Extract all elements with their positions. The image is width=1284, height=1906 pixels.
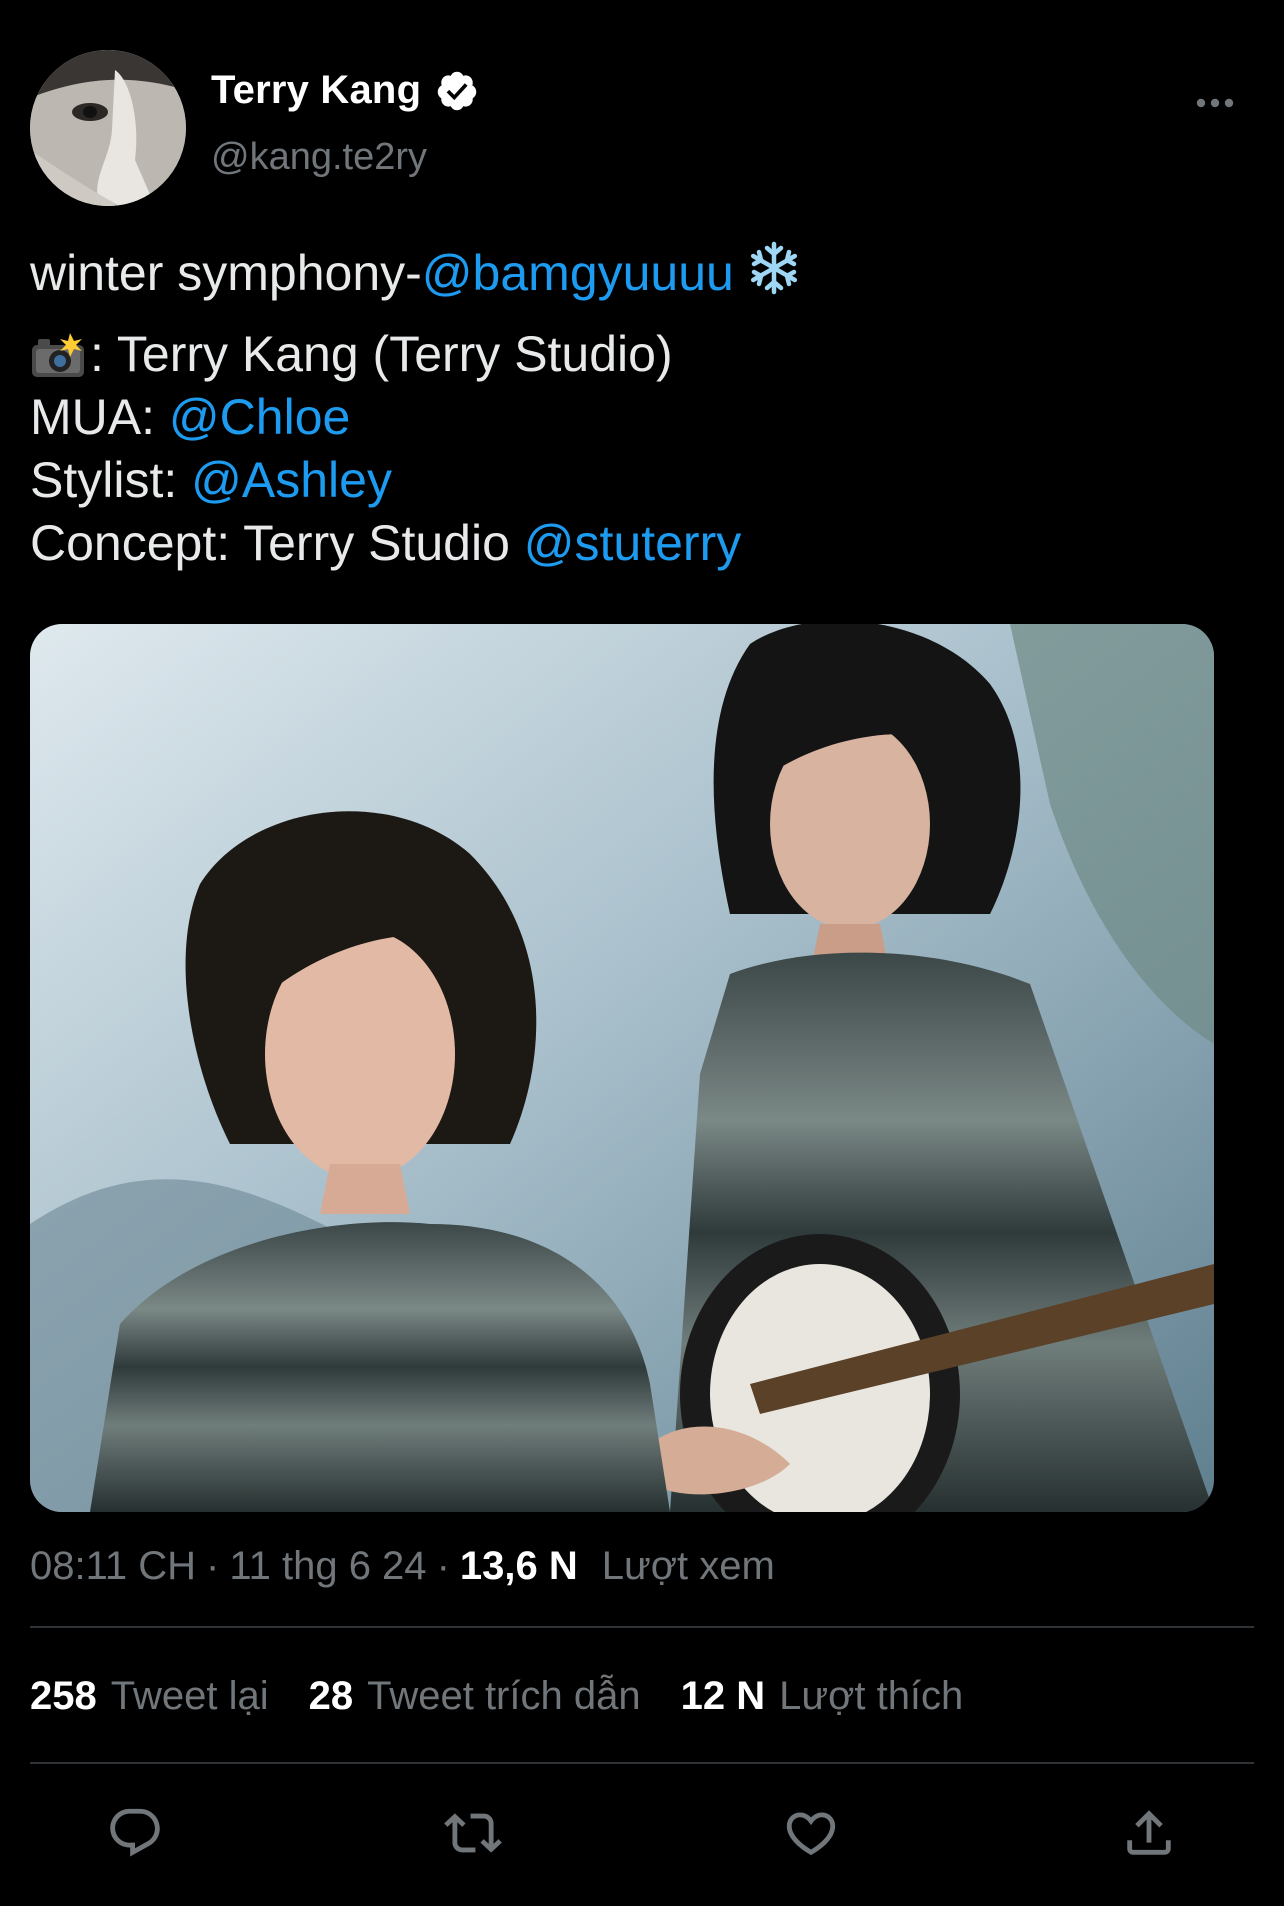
views-label: Lượt xem <box>601 1543 775 1588</box>
tweet-line-title: winter symphony-@bamgyuuuu <box>30 240 1230 304</box>
retweets-label: Tweet lại <box>110 1673 269 1718</box>
more-options-icon[interactable] <box>1190 78 1240 128</box>
verified-badge-icon <box>437 71 477 110</box>
tweet-meta: 08:11 CH · 11 thg 6 24 · 13,6 N Lượt xem <box>30 1538 775 1594</box>
tweet-line-photographer: : Terry Kang (Terry Studio) <box>30 322 1230 386</box>
likes-stat[interactable]: 12 N Lượt thích <box>681 1674 964 1719</box>
retweet-button[interactable] <box>438 1798 508 1868</box>
like-icon <box>786 1812 836 1856</box>
photo-image <box>30 624 1214 1512</box>
retweets-stat[interactable]: 258 Tweet lại <box>30 1674 269 1719</box>
mention-stuterry[interactable]: @stuterry <box>524 515 741 571</box>
quotes-label: Tweet trích dẫn <box>367 1673 641 1718</box>
snowflake-icon <box>750 241 797 295</box>
author-handle[interactable]: @kang.te2ry <box>211 136 427 179</box>
mua-label: MUA: <box>30 389 169 445</box>
tweet-line-mua: MUA: @Chloe <box>30 386 1230 449</box>
tweet-actions <box>0 1798 1284 1868</box>
likes-count: 12 N <box>680 1673 766 1718</box>
mention-bamgyuuuu[interactable]: @bamgyuuuu <box>422 245 734 301</box>
stylist-label: Stylist: <box>30 452 192 508</box>
retweet-icon <box>444 1813 502 1853</box>
photographer-text: : Terry Kang (Terry Studio) <box>90 326 673 382</box>
reply-icon <box>110 1808 160 1857</box>
meta-separator: · <box>436 1543 450 1588</box>
share-icon <box>1127 1810 1171 1855</box>
mention-ashley[interactable]: @Ashley <box>191 452 392 508</box>
tweet-time[interactable]: 08:11 CH <box>30 1544 196 1589</box>
mention-chloe[interactable]: @Chloe <box>169 389 350 445</box>
views-count: 13,6 N <box>459 1543 578 1588</box>
tweet-line-concept: Concept: Terry Studio @stuterry <box>30 512 1230 575</box>
like-button[interactable] <box>776 1798 846 1868</box>
tweet-header: Terry Kang @kang.te2ry <box>30 50 1254 208</box>
divider <box>30 1626 1254 1628</box>
tweet-date[interactable]: 11 thg 6 24 <box>229 1544 426 1589</box>
avatar-image <box>30 50 186 206</box>
retweets-count: 258 <box>30 1673 97 1718</box>
camera-with-flash-icon <box>32 333 84 377</box>
display-name[interactable]: Terry Kang <box>211 68 421 113</box>
quotes-stat[interactable]: 28 Tweet trích dẫn <box>309 1674 641 1719</box>
concept-label: Concept: Terry Studio <box>30 515 524 571</box>
reply-button[interactable] <box>100 1798 170 1868</box>
tweet-stats: 258 Tweet lại 28 Tweet trích dẫn 12 N Lư… <box>30 1668 1003 1724</box>
divider <box>30 1762 1254 1764</box>
avatar[interactable] <box>30 50 186 206</box>
meta-separator: · <box>206 1543 220 1588</box>
tweet-title-text: winter symphony- <box>30 245 422 301</box>
share-button[interactable] <box>1114 1798 1184 1868</box>
tweet-line-stylist: Stylist: @Ashley <box>30 449 1230 512</box>
tweet-text: winter symphony-@bamgyuuuu : Terry Kang … <box>30 240 1230 575</box>
quotes-count: 28 <box>308 1673 354 1718</box>
name-row: Terry Kang <box>211 68 479 113</box>
likes-label: Lượt thích <box>779 1673 964 1718</box>
tweet-media-photo[interactable] <box>30 624 1214 1512</box>
